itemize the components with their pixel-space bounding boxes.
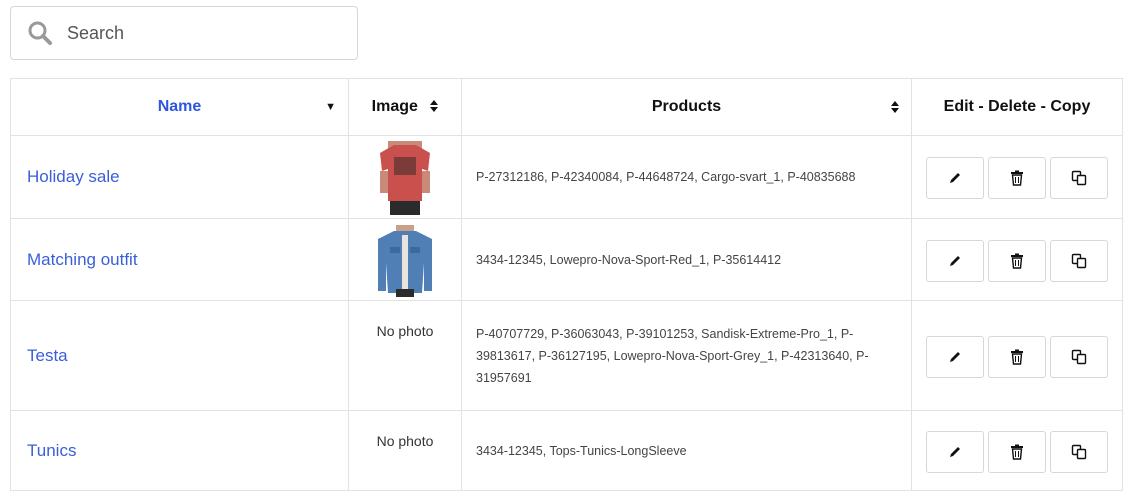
bundle-name-link[interactable]: Matching outfit: [27, 250, 138, 269]
products-cell: P-40707729, P-36063043, P-39101253, Sand…: [461, 300, 912, 411]
copy-button[interactable]: [1050, 335, 1108, 378]
table-header-row: Name ▼ Image Products Edit - Delete - Co…: [10, 78, 1123, 136]
pencil-icon: [950, 255, 960, 266]
copy-icon: [1071, 170, 1087, 186]
edit-button[interactable]: [926, 335, 984, 378]
image-cell: [348, 135, 462, 219]
column-header-name[interactable]: Name ▼: [10, 78, 349, 136]
name-cell: Tunics: [10, 410, 349, 491]
actions-cell: [911, 218, 1123, 301]
delete-button[interactable]: [988, 239, 1046, 282]
actions-cell: [911, 410, 1123, 491]
table-row: Matching outfit 3434-12345, Lowepro-Nova…: [10, 218, 1123, 301]
column-header-products-label: Products: [651, 98, 722, 115]
trash-icon: [1011, 253, 1023, 269]
table-row: Tunics No photo 3434-12345, Tops-Tunics-…: [10, 410, 1123, 491]
edit-button[interactable]: [926, 239, 984, 282]
column-header-products[interactable]: Products: [461, 78, 912, 136]
column-header-name-label: Name: [157, 98, 202, 115]
sort-icon[interactable]: [891, 101, 899, 113]
column-header-actions-label: Edit - Delete - Copy: [943, 98, 1091, 115]
bundle-name-link[interactable]: Testa: [27, 346, 68, 365]
sort-icon[interactable]: [430, 99, 439, 112]
name-cell: Holiday sale: [10, 135, 349, 219]
copy-icon: [1071, 349, 1087, 364]
trash-icon: [1011, 444, 1023, 460]
caret-down-icon[interactable]: ▼: [325, 101, 336, 113]
column-header-image[interactable]: Image: [348, 78, 462, 136]
name-cell: Matching outfit: [10, 218, 349, 301]
no-photo-label: No photo: [348, 410, 462, 491]
actions-cell: [911, 135, 1123, 219]
action-button-group: [926, 430, 1108, 473]
copy-icon: [1071, 253, 1087, 268]
search-input[interactable]: [65, 21, 339, 45]
pencil-icon: [950, 173, 960, 183]
action-button-group: [926, 335, 1108, 378]
products-cell: 3434-12345, Lowepro-Nova-Sport-Red_1, P-…: [461, 218, 912, 301]
action-button-group: [926, 239, 1108, 282]
edit-button[interactable]: [926, 157, 984, 199]
column-header-actions: Edit - Delete - Copy: [911, 78, 1123, 136]
bundle-name-link[interactable]: Holiday sale: [27, 167, 120, 186]
products-cell: 3434-12345, Tops-Tunics-LongSleeve: [461, 410, 912, 491]
pencil-icon: [950, 351, 960, 362]
copy-button[interactable]: [1050, 157, 1108, 199]
trash-icon: [1011, 349, 1023, 365]
copy-button[interactable]: [1050, 239, 1108, 282]
name-cell: Testa: [10, 300, 349, 411]
bundle-name-link[interactable]: Tunics: [27, 441, 76, 460]
column-header-image-label: Image: [371, 98, 418, 115]
delete-button[interactable]: [988, 157, 1046, 199]
copy-icon: [1071, 444, 1087, 459]
search-box[interactable]: [10, 6, 358, 60]
copy-button[interactable]: [1050, 430, 1108, 473]
actions-cell: [911, 300, 1123, 411]
image-cell: [348, 218, 462, 301]
trash-icon: [1011, 170, 1023, 186]
table-row: Testa No photo P-40707729, P-36063043, P…: [10, 300, 1123, 411]
no-photo-label: No photo: [348, 300, 462, 411]
red-tshirt-photo[interactable]: [372, 139, 438, 215]
denim-jacket-photo[interactable]: [372, 222, 438, 297]
delete-button[interactable]: [988, 335, 1046, 378]
table-row: Holiday sale P-27312186, P-42340084, P-4…: [10, 135, 1123, 219]
products-cell: P-27312186, P-42340084, P-44648724, Carg…: [461, 135, 912, 219]
search-icon: [25, 18, 55, 48]
products-table: Name ▼ Image Products Edit - Delete - Co…: [10, 78, 1123, 491]
edit-button[interactable]: [926, 430, 984, 473]
pencil-icon: [950, 446, 960, 457]
action-button-group: [926, 157, 1108, 199]
delete-button[interactable]: [988, 430, 1046, 473]
